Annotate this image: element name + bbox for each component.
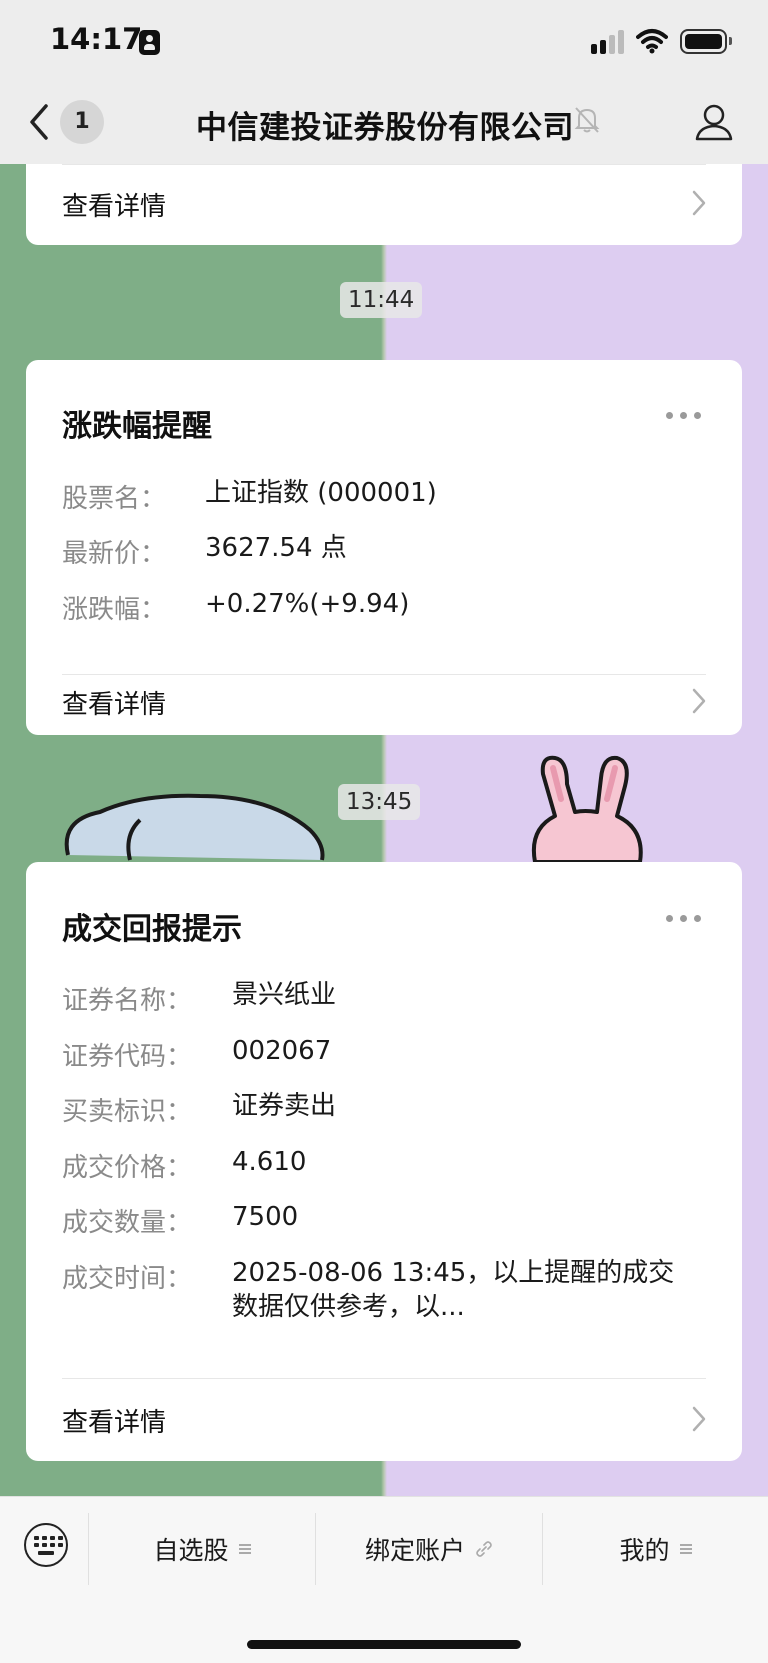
menu-item-mine[interactable]: 我的 [543, 1513, 768, 1585]
person-badge-icon [139, 30, 160, 55]
view-details-label: 查看详情 [62, 1408, 167, 1438]
trade-side-label: 买卖标识： [62, 1097, 193, 1127]
view-details-label: 查看详情 [62, 192, 167, 222]
latest-price-value: 3627.54 点 [205, 533, 347, 563]
trade-report-card: 成交回报提示 证券名称： 景兴纸业 证券代码： 002067 买卖标识： 证券卖… [26, 862, 742, 1461]
alert-card-previous: 查看详情 [26, 164, 742, 245]
trade-price-label: 成交价格： [62, 1153, 193, 1183]
security-name-value: 景兴纸业 [232, 980, 337, 1010]
security-code-value: 002067 [232, 1036, 332, 1066]
back-icon[interactable] [28, 103, 50, 141]
view-details-label: 查看详情 [62, 690, 167, 720]
message-timestamp: 13:45 [338, 784, 421, 820]
change-percent-value: +0.27%(+9.94) [205, 589, 410, 619]
keyboard-icon[interactable] [24, 1523, 68, 1567]
wifi-icon [636, 29, 668, 54]
battery-icon [680, 29, 732, 54]
trade-side-value: 证券卖出 [232, 1091, 337, 1121]
home-indicator [247, 1640, 521, 1649]
more-options-icon[interactable] [666, 412, 702, 420]
bottom-menu-bar: 自选股 绑定账户 我的 [0, 1496, 768, 1663]
chat-title: 中信建投证券股份有限公司 [196, 110, 574, 146]
chevron-right-icon [692, 688, 706, 714]
bell-muted-icon [574, 107, 600, 133]
bunny-illustration [532, 755, 643, 864]
latest-price-label: 最新价： [62, 539, 167, 569]
stock-name-value: 上证指数 (000001) [205, 478, 437, 508]
trade-time-label: 成交时间： [62, 1264, 193, 1294]
status-bar: 14:17 [0, 0, 768, 86]
menu-item-label: 绑定账户 [364, 1536, 465, 1565]
chevron-right-icon [692, 190, 706, 216]
link-icon [476, 1541, 492, 1557]
security-code-label: 证券代码： [62, 1042, 193, 1072]
price-change-alert-card: 涨跌幅提醒 股票名： 上证指数 (000001) 最新价： 3627.54 点 … [26, 360, 742, 735]
card-title: 涨跌幅提醒 [62, 409, 212, 444]
change-percent-label: 涨跌幅： [62, 595, 167, 625]
menu-lines-icon [679, 1543, 692, 1555]
elephant-illustration [64, 793, 325, 861]
unread-count-badge[interactable]: 1 [60, 100, 104, 144]
menu-item-label: 自选股 [153, 1536, 229, 1565]
view-details-link[interactable]: 查看详情 [26, 1378, 742, 1461]
security-name-label: 证券名称： [62, 986, 193, 1016]
chat-area: 查看详情 11:44 涨跌幅提醒 股票名： 上证指数 (000001) 最新价：… [0, 164, 768, 1496]
stock-name-label: 股票名： [62, 484, 167, 514]
menu-lines-icon [238, 1543, 251, 1555]
trade-time-value-line1: 2025-08-06 13:45，以上提醒的成交 [232, 1258, 675, 1288]
card-title: 成交回报提示 [62, 912, 242, 947]
menu-item-label: 我的 [619, 1536, 670, 1565]
status-time: 14:17 [50, 22, 143, 56]
profile-icon[interactable] [694, 102, 734, 142]
menu-item-bind-account[interactable]: 绑定账户 [316, 1513, 542, 1585]
view-details-link[interactable]: 查看详情 [26, 164, 742, 244]
trade-time-value-line2: 数据仅供参考，以... [232, 1292, 465, 1322]
trade-quantity-label: 成交数量： [62, 1208, 193, 1238]
trade-quantity-value: 7500 [232, 1202, 299, 1232]
view-details-link[interactable]: 查看详情 [26, 674, 742, 735]
menu-item-watchlist[interactable]: 自选股 [89, 1513, 315, 1585]
chevron-right-icon [692, 1406, 706, 1432]
trade-price-value: 4.610 [232, 1147, 307, 1177]
nav-bar: 1 中信建投证券股份有限公司 [0, 86, 768, 164]
message-timestamp: 11:44 [340, 282, 423, 318]
signal-icon [591, 30, 627, 54]
more-options-icon[interactable] [666, 915, 702, 923]
